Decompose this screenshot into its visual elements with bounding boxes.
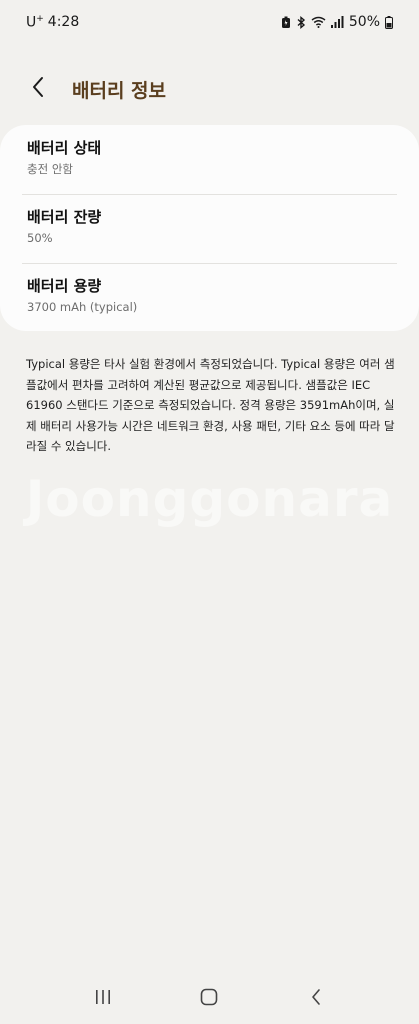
item-value: 충전 안함: [27, 162, 73, 176]
nav-back-button[interactable]: [296, 979, 336, 1019]
item-title: 배터리 상태: [27, 139, 102, 157]
battery-status-item[interactable]: 배터리 상태 충전 안함: [0, 125, 419, 194]
page-title: 배터리 정보: [72, 79, 167, 102]
item-title: 배터리 용량: [27, 277, 102, 295]
battery-capacity-item[interactable]: 배터리 용량 3700 mAh (typical): [0, 263, 419, 332]
recents-icon: [94, 989, 112, 1009]
battery-icon: [385, 15, 393, 29]
chevron-left-icon: [31, 76, 45, 102]
bluetooth-icon: [296, 15, 306, 29]
item-value: 3700 mAh (typical): [27, 300, 138, 314]
recents-button[interactable]: [83, 979, 123, 1019]
capacity-info-text: Typical 용량은 타사 실험 환경에서 측정되었습니다. Typical …: [26, 357, 395, 453]
battery-info-card: 배터리 상태 충전 안함 배터리 잔량 50% 배터리 용량 3700 mAh …: [0, 125, 419, 331]
status-time: 4:28: [47, 14, 80, 30]
item-value: 50%: [27, 231, 53, 245]
signal-icon: [330, 16, 344, 28]
home-button[interactable]: [189, 979, 229, 1019]
carrier-sup: +: [36, 13, 44, 24]
app-header: 배터리 정보: [0, 68, 419, 110]
battery-saver-icon: [281, 16, 291, 29]
battery-percent: 50%: [348, 14, 380, 30]
carrier-label: U+: [26, 14, 44, 31]
back-button[interactable]: [26, 75, 50, 103]
status-bar: U+ 4:28 50%: [0, 0, 419, 44]
carrier-name: U: [26, 14, 37, 31]
item-title: 배터리 잔량: [27, 208, 102, 226]
home-icon: [200, 988, 218, 1010]
battery-level-item[interactable]: 배터리 잔량 50%: [0, 194, 419, 263]
status-left: U+ 4:28: [26, 14, 79, 31]
nav-back-icon: [310, 988, 322, 1010]
watermark: Joonggonara: [25, 470, 394, 528]
wifi-icon: [311, 16, 326, 28]
navigation-bar: [0, 974, 419, 1024]
status-right: 50%: [281, 14, 393, 30]
